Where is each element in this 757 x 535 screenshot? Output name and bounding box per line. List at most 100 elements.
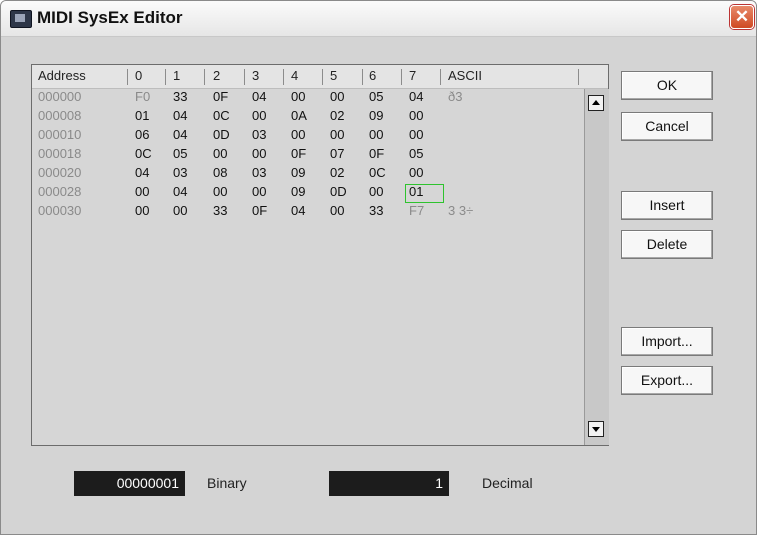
decimal-value-field[interactable]: 1	[329, 471, 449, 496]
header-divider	[440, 69, 441, 85]
address-cell: 000018	[38, 146, 82, 161]
byte-cell[interactable]: F0	[135, 89, 150, 104]
byte-cell[interactable]: 04	[135, 165, 149, 180]
byte-cell[interactable]: 00	[330, 203, 344, 218]
scroll-down-arrow-icon[interactable]	[588, 421, 604, 437]
byte-cell[interactable]: 00	[409, 108, 423, 123]
byte-cell[interactable]: 04	[173, 108, 187, 123]
ascii-cell: ð3	[448, 89, 463, 104]
table-row: 000010 06 04 0D 03 00 00 00 00	[32, 127, 584, 146]
byte-cell[interactable]: 03	[252, 127, 266, 142]
byte-cell[interactable]: 0F	[213, 89, 228, 104]
byte-cell[interactable]: 09	[369, 108, 383, 123]
byte-cell[interactable]: 0F	[291, 146, 306, 161]
byte-cell[interactable]: 05	[173, 146, 187, 161]
byte-cell[interactable]: 0F	[252, 203, 267, 218]
header-divider	[283, 69, 284, 85]
byte-cell[interactable]: 00	[409, 127, 423, 142]
byte-cell[interactable]: 00	[173, 203, 187, 218]
address-cell: 000010	[38, 127, 82, 142]
table-row: 000020 04 03 08 03 09 02 0C 00	[32, 165, 584, 184]
byte-cell[interactable]: 33	[213, 203, 227, 218]
byte-cell[interactable]: 02	[330, 108, 344, 123]
header-col-2: 2	[213, 68, 221, 83]
header-divider	[165, 69, 166, 85]
byte-cell[interactable]: 03	[173, 165, 187, 180]
byte-cell[interactable]: 0C	[369, 165, 386, 180]
byte-cell[interactable]: 00	[213, 184, 227, 199]
selected-byte-cell[interactable]: 01	[409, 184, 423, 199]
byte-cell[interactable]: 07	[330, 146, 344, 161]
ascii-cell: 3 3÷	[448, 203, 474, 218]
byte-cell[interactable]: 04	[173, 184, 187, 199]
header-divider	[127, 69, 128, 85]
byte-cell[interactable]: 00	[330, 89, 344, 104]
address-cell: 000030	[38, 203, 82, 218]
byte-cell[interactable]: 04	[409, 89, 423, 104]
address-cell: 000000	[38, 89, 82, 104]
byte-cell[interactable]: 00	[252, 184, 266, 199]
byte-cell[interactable]: 04	[291, 203, 305, 218]
byte-cell[interactable]: 00	[291, 89, 305, 104]
address-cell: 000008	[38, 108, 82, 123]
delete-button[interactable]: Delete	[621, 230, 713, 259]
byte-cell[interactable]: 33	[369, 203, 383, 218]
byte-cell[interactable]: 01	[135, 108, 149, 123]
byte-cell[interactable]: 06	[135, 127, 149, 142]
byte-cell[interactable]: 33	[173, 89, 187, 104]
byte-cell[interactable]: 00	[369, 184, 383, 199]
byte-cell[interactable]: 08	[213, 165, 227, 180]
byte-cell[interactable]: 00	[291, 127, 305, 142]
header-col-3: 3	[252, 68, 260, 83]
insert-button[interactable]: Insert	[621, 191, 713, 220]
header-col-6: 6	[369, 68, 377, 83]
byte-cell[interactable]: 0A	[291, 108, 307, 123]
byte-cell[interactable]: 00	[135, 184, 149, 199]
header-divider	[244, 69, 245, 85]
header-col-7: 7	[409, 68, 417, 83]
byte-cell[interactable]: 05	[409, 146, 423, 161]
byte-cell[interactable]: 00	[213, 146, 227, 161]
byte-cell[interactable]: 09	[291, 184, 305, 199]
byte-cell[interactable]: 0F	[369, 146, 384, 161]
vertical-scrollbar[interactable]	[584, 89, 609, 445]
byte-cell[interactable]: 03	[252, 165, 266, 180]
byte-cell[interactable]: F7	[409, 203, 424, 218]
byte-cell[interactable]: 0C	[135, 146, 152, 161]
byte-cell[interactable]: 05	[369, 89, 383, 104]
export-button[interactable]: Export...	[621, 366, 713, 395]
byte-cell[interactable]: 04	[173, 127, 187, 142]
byte-cell[interactable]: 00	[135, 203, 149, 218]
header-col-0: 0	[135, 68, 143, 83]
byte-cell[interactable]: 00	[252, 146, 266, 161]
grid-header: Address 0 1 2 3 4 5 6 7 ASCII	[32, 65, 608, 89]
header-divider	[362, 69, 363, 85]
title-bar: MIDI SysEx Editor ✕	[1, 1, 756, 37]
byte-cell[interactable]: 0C	[213, 108, 230, 123]
byte-cell[interactable]: 09	[291, 165, 305, 180]
import-button[interactable]: Import...	[621, 327, 713, 356]
byte-cell[interactable]: 04	[252, 89, 266, 104]
scroll-up-arrow-icon[interactable]	[588, 95, 604, 111]
window-title: MIDI SysEx Editor	[37, 8, 183, 27]
byte-cell[interactable]: 02	[330, 165, 344, 180]
byte-cell[interactable]: 00	[330, 127, 344, 142]
byte-cell[interactable]: 0D	[213, 127, 230, 142]
table-row: 000018 0C 05 00 00 0F 07 0F 05	[32, 146, 584, 165]
header-col-4: 4	[291, 68, 299, 83]
ok-button[interactable]: OK	[621, 71, 713, 100]
binary-label: Binary	[207, 475, 247, 491]
byte-cell[interactable]: 0D	[330, 184, 347, 199]
byte-cell[interactable]: 00	[252, 108, 266, 123]
close-button[interactable]: ✕	[730, 5, 754, 29]
header-divider	[322, 69, 323, 85]
address-cell: 000020	[38, 165, 82, 180]
header-col-5: 5	[330, 68, 338, 83]
byte-cell[interactable]: 00	[369, 127, 383, 142]
table-row: 000000 F0 33 0F 04 00 00 05 04 ð3	[32, 89, 584, 108]
byte-cell[interactable]: 00	[409, 165, 423, 180]
cancel-button[interactable]: Cancel	[621, 112, 713, 141]
table-row: 000008 01 04 0C 00 0A 02 09 00	[32, 108, 584, 127]
binary-value-field[interactable]: 00000001	[74, 471, 185, 496]
header-divider	[204, 69, 205, 85]
